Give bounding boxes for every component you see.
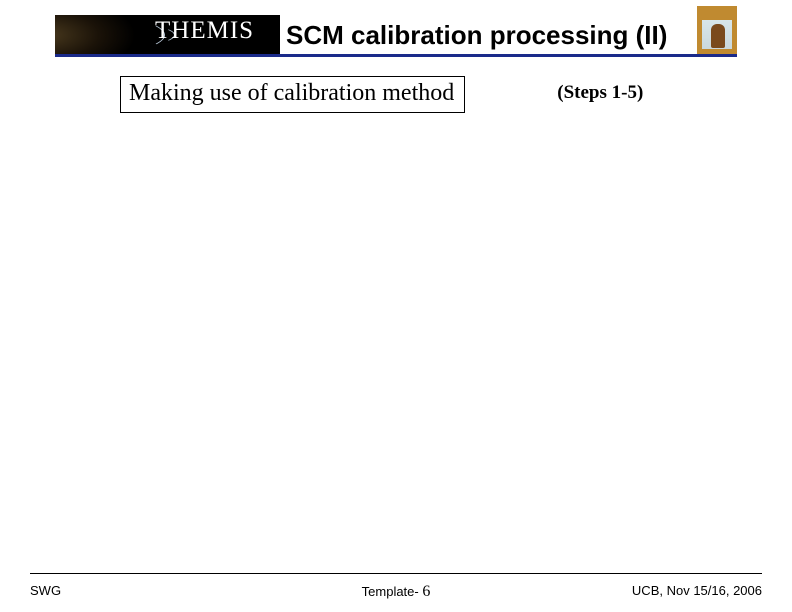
content-area: Making use of calibration method (Steps … (55, 76, 737, 113)
themis-badge-icon (697, 6, 737, 54)
logo-text: THEMIS (155, 17, 254, 45)
badge-figure (711, 24, 725, 48)
subheading-row: Making use of calibration method (Steps … (55, 76, 737, 113)
themis-logo: THEMIS (55, 15, 280, 55)
subheading-text: Making use of calibration method (129, 80, 454, 106)
footer: SWG Template- 6 UCB, Nov 15/16, 2006 (30, 583, 762, 598)
footer-divider (30, 573, 762, 574)
slide: THEMIS SCM calibration processing (II) M… (0, 0, 792, 612)
slide-title: SCM calibration processing (II) (286, 20, 667, 51)
steps-label: (Steps 1-5) (557, 82, 643, 104)
header: THEMIS SCM calibration processing (II) (55, 10, 737, 60)
header-divider (55, 54, 737, 57)
footer-center: Template- 6 (362, 583, 431, 601)
footer-right: UCB, Nov 15/16, 2006 (632, 583, 762, 598)
footer-left: SWG (30, 583, 61, 598)
footer-center-prefix: Template- (362, 584, 423, 599)
subheading-box: Making use of calibration method (120, 76, 465, 113)
page-number: 6 (422, 583, 430, 600)
